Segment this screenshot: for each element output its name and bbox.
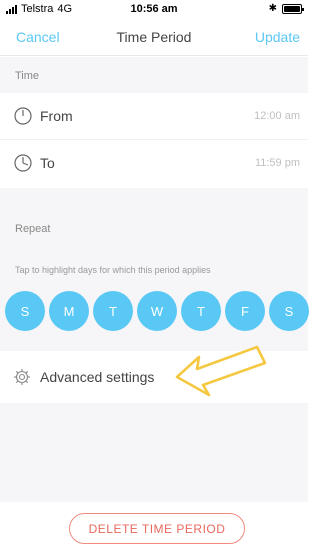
to-row[interactable]: To 11:59 pm	[0, 140, 308, 187]
day-toggle-thursday[interactable]: T	[181, 291, 221, 331]
battery-fill	[284, 5, 300, 12]
from-label: From	[40, 108, 73, 124]
battery-icon	[282, 3, 304, 14]
from-value[interactable]: 12:00 am	[254, 110, 300, 122]
status-time: 10:56 am	[130, 3, 178, 15]
delete-time-period-button[interactable]: DELETE TIME PERIOD	[69, 513, 245, 544]
repeat-hint: Tap to highlight days for which this per…	[15, 265, 211, 275]
day-toggle-friday[interactable]: F	[225, 291, 265, 331]
status-bar: Telstra 4G 10:56 am ✱	[0, 0, 308, 20]
gear-icon	[14, 369, 30, 385]
delete-area: DELETE TIME PERIOD	[0, 502, 308, 544]
repeat-section-header: Repeat	[15, 223, 51, 235]
day-toggle-saturday[interactable]: S	[269, 291, 309, 331]
day-toggle-wednesday[interactable]: W	[137, 291, 177, 331]
from-row[interactable]: From 12:00 am	[0, 93, 308, 140]
repeat-section: Repeat Tap to highlight days for which t…	[0, 188, 309, 351]
clock-icon	[14, 107, 32, 125]
day-selector: S M T W T F S	[5, 291, 309, 331]
bluetooth-icon: ✱	[268, 3, 277, 14]
day-toggle-monday[interactable]: M	[49, 291, 89, 331]
advanced-settings-label: Advanced settings	[40, 369, 155, 385]
status-right: ✱	[268, 3, 304, 14]
annotation-arrow-icon	[175, 345, 267, 397]
day-toggle-tuesday[interactable]: T	[93, 291, 133, 331]
time-section-header: Time	[0, 57, 308, 93]
nav-bar: Cancel Time Period Update	[0, 20, 308, 56]
to-value[interactable]: 11:59 pm	[255, 157, 300, 169]
to-label: To	[40, 155, 55, 171]
update-button[interactable]: Update	[255, 29, 300, 45]
empty-area	[0, 403, 308, 502]
clock-icon	[14, 154, 32, 172]
day-toggle-sunday[interactable]: S	[5, 291, 45, 331]
